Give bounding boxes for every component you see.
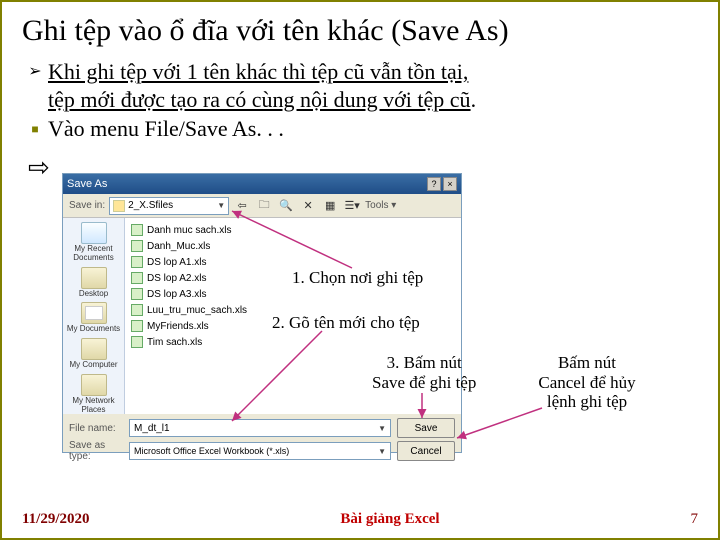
annotation-3: 3. Bấm nút Save để ghi tệp bbox=[372, 353, 476, 392]
annotation-1: 1. Chọn nơi ghi tệp bbox=[292, 268, 423, 288]
save-in-label: Save in: bbox=[69, 200, 105, 211]
annotation-3-l1: 3. Bấm nút bbox=[387, 353, 462, 372]
views-icon[interactable]: ☰▾ bbox=[343, 197, 361, 215]
bullet-2-text: Vào menu File/Save As. . . bbox=[48, 115, 698, 143]
file-name: Danh muc sach.xls bbox=[147, 225, 231, 236]
filetype-value: Microsoft Office Excel Workbook (*.xls) bbox=[134, 446, 289, 456]
filename-label: File name: bbox=[69, 423, 123, 434]
folder-icon bbox=[113, 200, 125, 212]
tools-label[interactable]: Tools ▾ bbox=[365, 200, 396, 211]
dialog-bottom: File name: M_dt_l1 ▼ Save Save as type: M… bbox=[63, 414, 461, 465]
place-desktop-label: Desktop bbox=[79, 290, 108, 299]
dialog-titlebar: Save As ? × bbox=[63, 174, 461, 194]
excel-file-icon bbox=[131, 320, 143, 332]
mycomputer-icon bbox=[81, 338, 107, 360]
delete-icon[interactable]: ✕ bbox=[299, 197, 317, 215]
excel-file-icon bbox=[131, 256, 143, 268]
dialog-toolbar: Save in: 2_X.Sfiles ▼ ⇦ 🗀 🔍 ✕ ▦ ☰▾ Tools… bbox=[63, 194, 461, 218]
filetype-field[interactable]: Microsoft Office Excel Workbook (*.xls) ▼ bbox=[129, 442, 391, 460]
bullet-2: ■ Vào menu File/Save As. . . bbox=[22, 115, 698, 143]
place-mynetwork[interactable]: My Network Places bbox=[67, 374, 121, 415]
bullet-1-dot: . bbox=[471, 87, 477, 112]
annotation-3-l2: Save để ghi tệp bbox=[372, 373, 476, 392]
list-item[interactable]: Danh muc sach.xls bbox=[131, 222, 455, 238]
excel-file-icon bbox=[131, 272, 143, 284]
content-block: ➢ Khi ghi tệp với 1 tên khác thì tệp cũ … bbox=[22, 58, 698, 183]
chevron-down-icon: ▼ bbox=[378, 424, 386, 433]
place-desktop[interactable]: Desktop bbox=[67, 267, 121, 299]
dialog-area: Save As ? × Save in: 2_X.Sfiles ▼ ⇦ 🗀 🔍 … bbox=[62, 173, 698, 473]
places-bar: My Recent Documents Desktop My Documents… bbox=[63, 218, 125, 414]
footer-date: 11/29/2020 bbox=[22, 511, 90, 528]
new-folder-icon[interactable]: ▦ bbox=[321, 197, 339, 215]
desktop-icon bbox=[81, 267, 107, 289]
mydocs-icon bbox=[81, 302, 107, 324]
file-name: MyFriends.xls bbox=[147, 321, 209, 332]
file-name: Luu_tru_muc_sach.xls bbox=[147, 305, 247, 316]
up-folder-icon[interactable]: 🗀 bbox=[255, 197, 273, 215]
footer: 11/29/2020 Bài giảng Excel 7 bbox=[22, 511, 698, 528]
bullet-1-text: Khi ghi tệp với 1 tên khác thì tệp cũ vẫ… bbox=[48, 58, 698, 113]
place-mynetwork-label: My Network Places bbox=[67, 397, 121, 415]
chevron-down-icon: ▼ bbox=[378, 447, 386, 456]
place-mydocs-label: My Documents bbox=[67, 325, 120, 334]
file-name: Danh_Muc.xls bbox=[147, 241, 210, 252]
excel-file-icon bbox=[131, 336, 143, 348]
excel-file-icon bbox=[131, 288, 143, 300]
annotation-4: Bấm nút Cancel để hủy lệnh ghi tệp bbox=[522, 353, 652, 412]
place-recent[interactable]: My Recent Documents bbox=[67, 222, 121, 263]
annotation-2: 2. Gõ tên mới cho tệp bbox=[272, 313, 420, 333]
annotation-4-l3: lệnh ghi tệp bbox=[547, 392, 627, 411]
file-name: DS lop A2.xls bbox=[147, 273, 206, 284]
filename-value: M_dt_l1 bbox=[134, 423, 170, 434]
bullet-square-icon: ■ bbox=[22, 115, 48, 143]
bullet-1-line1: Khi ghi tệp với 1 tên khác thì tệp cũ vẫ… bbox=[48, 59, 468, 84]
footer-title: Bài giảng Excel bbox=[340, 511, 439, 528]
mynetwork-icon bbox=[81, 374, 107, 396]
bullet-1-line2: tệp mới được tạo ra có cùng nội dung với… bbox=[48, 87, 471, 112]
place-mycomputer[interactable]: My Computer bbox=[67, 338, 121, 370]
save-button[interactable]: Save bbox=[397, 418, 455, 438]
file-name: DS lop A1.xls bbox=[147, 257, 206, 268]
filetype-label: Save as type: bbox=[69, 440, 123, 462]
chevron-down-icon: ▼ bbox=[217, 201, 225, 210]
save-in-combo[interactable]: 2_X.Sfiles ▼ bbox=[109, 197, 229, 215]
excel-file-icon bbox=[131, 240, 143, 252]
slide: Ghi tệp vào ổ đĩa với tên khác (Save As)… bbox=[0, 0, 720, 540]
excel-file-icon bbox=[131, 224, 143, 236]
list-item[interactable]: Tim sach.xls bbox=[131, 334, 455, 350]
dialog-caption: Save As bbox=[67, 178, 107, 190]
place-mydocs[interactable]: My Documents bbox=[67, 302, 121, 334]
place-mycomputer-label: My Computer bbox=[69, 361, 117, 370]
list-item[interactable]: DS lop A3.xls bbox=[131, 286, 455, 302]
cancel-button[interactable]: Cancel bbox=[397, 441, 455, 461]
filename-field[interactable]: M_dt_l1 ▼ bbox=[129, 419, 391, 437]
file-name: Tim sach.xls bbox=[147, 337, 202, 348]
help-button[interactable]: ? bbox=[427, 177, 441, 191]
list-item[interactable]: Danh_Muc.xls bbox=[131, 238, 455, 254]
close-button[interactable]: × bbox=[443, 177, 457, 191]
excel-file-icon bbox=[131, 304, 143, 316]
footer-page-number: 7 bbox=[691, 511, 699, 528]
place-recent-label: My Recent Documents bbox=[67, 245, 121, 263]
slide-title: Ghi tệp vào ổ đĩa với tên khác (Save As) bbox=[22, 14, 698, 48]
bullet-arrowhead-icon: ➢ bbox=[22, 58, 48, 86]
annotation-4-l2: Cancel để hủy bbox=[538, 373, 635, 392]
search-icon[interactable]: 🔍 bbox=[277, 197, 295, 215]
bullet-1: ➢ Khi ghi tệp với 1 tên khác thì tệp cũ … bbox=[22, 58, 698, 113]
recent-icon bbox=[81, 222, 107, 244]
back-icon[interactable]: ⇦ bbox=[233, 197, 251, 215]
save-in-value: 2_X.Sfiles bbox=[128, 200, 173, 211]
file-name: DS lop A3.xls bbox=[147, 289, 206, 300]
annotation-4-l1: Bấm nút bbox=[558, 353, 616, 372]
